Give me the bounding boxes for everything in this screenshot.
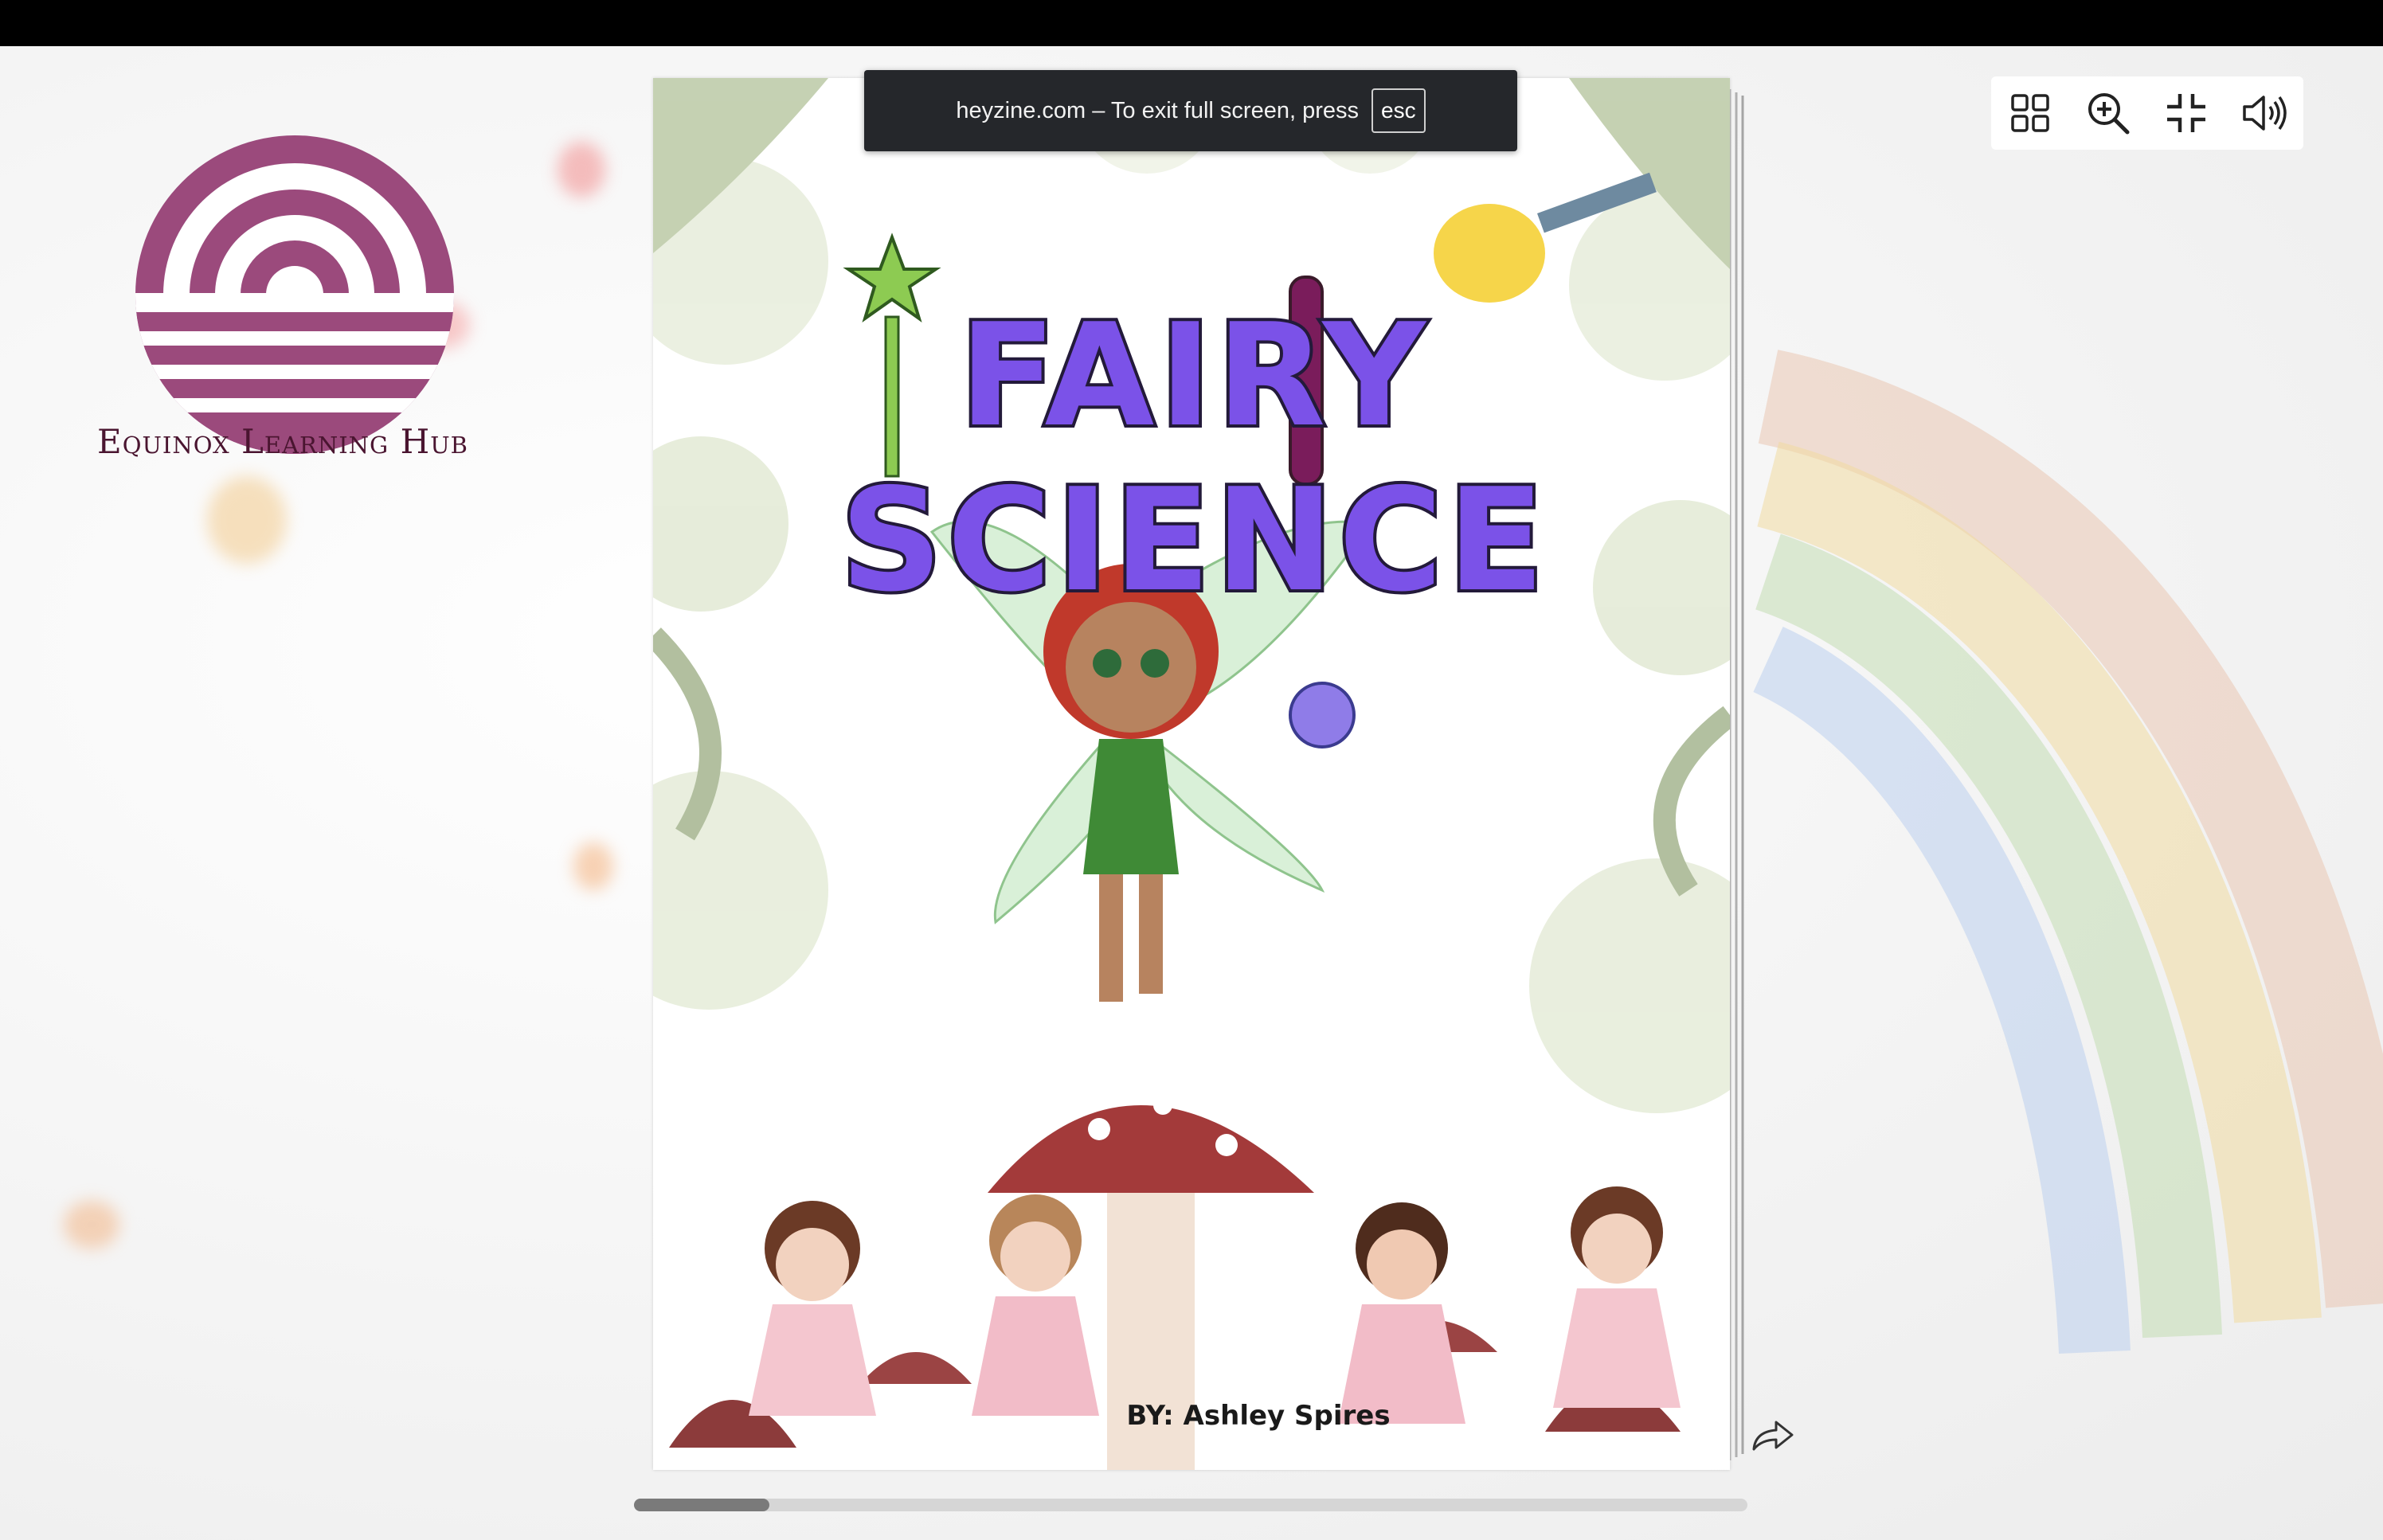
top-black-bar bbox=[0, 0, 2383, 46]
book-cover-page[interactable]: FAIRY SCIENCE BY: Ashley Spires bbox=[653, 78, 1730, 1470]
viewer-toolbar bbox=[1991, 76, 2303, 150]
exit-fullscreen-button[interactable] bbox=[2161, 88, 2212, 139]
book-title: FAIRY SCIENCE bbox=[837, 290, 1549, 626]
esc-key-badge: esc bbox=[1371, 88, 1426, 133]
fullscreen-notice: heyzine.com – To exit full screen, press… bbox=[864, 70, 1517, 151]
volume-icon bbox=[2243, 96, 2287, 131]
zoom-in-button[interactable] bbox=[2083, 88, 2134, 139]
fullscreen-notice-text: heyzine.com – To exit full screen, press bbox=[956, 97, 1359, 123]
page-scrollbar-thumb[interactable] bbox=[634, 1499, 769, 1511]
rainbow-decoration bbox=[1752, 350, 2383, 1354]
grid-icon bbox=[2011, 94, 2049, 132]
book-author: BY: Ashley Spires bbox=[1126, 1400, 1391, 1432]
exit-fullscreen-icon bbox=[2167, 94, 2205, 132]
page-scrollbar-track[interactable] bbox=[634, 1499, 1747, 1511]
logo-wordmark: Equinox Learning Hub bbox=[97, 422, 468, 461]
thumbnails-button[interactable] bbox=[2005, 88, 2056, 139]
cover-illustration bbox=[653, 78, 1730, 1470]
share-icon[interactable] bbox=[1749, 1414, 1797, 1454]
zoom-in-icon bbox=[2088, 93, 2130, 135]
sound-button[interactable] bbox=[2239, 88, 2290, 139]
